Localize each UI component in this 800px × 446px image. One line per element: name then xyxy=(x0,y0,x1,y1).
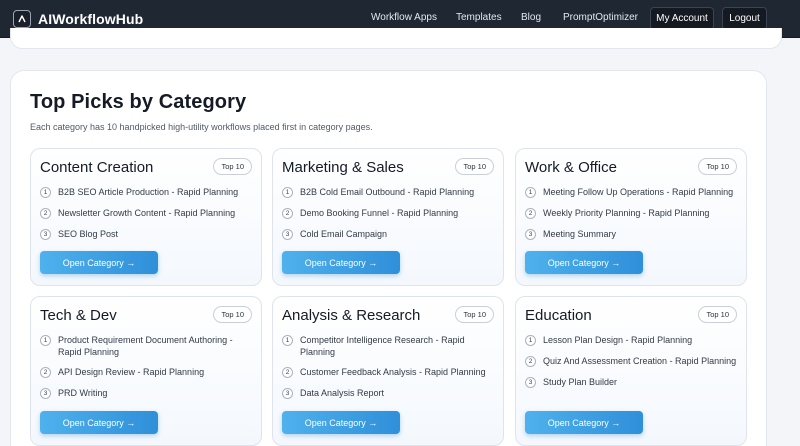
item-number: 2 xyxy=(40,367,51,378)
top10-badge: Top 10 xyxy=(213,306,252,323)
card-title: Analysis & Research xyxy=(282,307,421,324)
item-link[interactable]: Competitor Intelligence Research - Rapid… xyxy=(300,334,496,358)
card-title: Content Creation xyxy=(40,159,154,176)
open-category-button[interactable]: Open Category → xyxy=(40,411,158,434)
nav-link-prompt-optimizer[interactable]: PromptOptimizer xyxy=(563,12,638,23)
nav-link-templates[interactable]: Templates xyxy=(456,12,502,23)
category-card-tech-dev: Tech & Dev Top 10 1 Product Requirement … xyxy=(30,296,262,446)
list-item[interactable]: 3 SEO Blog Post xyxy=(40,228,254,240)
list-item[interactable]: 2 Demo Booking Funnel - Rapid Planning xyxy=(282,207,496,219)
item-number: 2 xyxy=(525,208,536,219)
card-title: Education xyxy=(525,307,592,324)
item-link[interactable]: SEO Blog Post xyxy=(58,228,118,240)
nav-link-blog[interactable]: Blog xyxy=(521,12,541,23)
open-category-button[interactable]: Open Category → xyxy=(525,411,643,434)
category-card-education: Education Top 10 1 Lesson Plan Design - … xyxy=(515,296,747,446)
item-number: 1 xyxy=(40,187,51,198)
category-card-content-creation: Content Creation Top 10 1 B2B SEO Articl… xyxy=(30,148,262,286)
open-category-button[interactable]: Open Category → xyxy=(282,411,400,434)
my-account-button[interactable]: My Account xyxy=(650,7,714,30)
item-number: 1 xyxy=(525,335,536,346)
list-item[interactable]: 3 Meeting Summary xyxy=(525,228,739,240)
list-item[interactable]: 3 Data Analysis Report xyxy=(282,387,496,399)
item-link[interactable]: Study Plan Builder xyxy=(543,376,617,388)
item-number: 1 xyxy=(40,335,51,346)
item-number: 3 xyxy=(525,229,536,240)
item-number: 2 xyxy=(40,208,51,219)
top10-badge: Top 10 xyxy=(698,306,737,323)
item-link[interactable]: Cold Email Campaign xyxy=(300,228,387,240)
list-item[interactable]: 1 Lesson Plan Design - Rapid Planning xyxy=(525,334,739,346)
list-item[interactable]: 1 Product Requirement Document Authoring… xyxy=(40,334,254,358)
item-number: 2 xyxy=(282,367,293,378)
list-item[interactable]: 2 Weekly Priority Planning - Rapid Plann… xyxy=(525,207,739,219)
item-link[interactable]: Product Requirement Document Authoring -… xyxy=(58,334,254,358)
list-item[interactable]: 2 API Design Review - Rapid Planning xyxy=(40,366,254,378)
open-category-button[interactable]: Open Category → xyxy=(282,251,400,274)
card-title: Tech & Dev xyxy=(40,307,117,324)
card-title: Work & Office xyxy=(525,159,617,176)
list-item[interactable]: 2 Newsletter Growth Content - Rapid Plan… xyxy=(40,207,254,219)
top10-badge: Top 10 xyxy=(455,158,494,175)
item-link[interactable]: B2B SEO Article Production - Rapid Plann… xyxy=(58,186,238,198)
list-item[interactable]: 1 B2B SEO Article Production - Rapid Pla… xyxy=(40,186,254,198)
top10-badge: Top 10 xyxy=(698,158,737,175)
top10-badge: Top 10 xyxy=(213,158,252,175)
list-item[interactable]: 3 Cold Email Campaign xyxy=(282,228,496,240)
item-number: 3 xyxy=(40,229,51,240)
item-number: 1 xyxy=(525,187,536,198)
list-item[interactable]: 1 Meeting Follow Up Operations - Rapid P… xyxy=(525,186,739,198)
section-subtitle: Each category has 10 handpicked high-uti… xyxy=(30,122,373,132)
list-item[interactable]: 3 PRD Writing xyxy=(40,387,254,399)
section-title: Top Picks by Category xyxy=(30,91,247,113)
item-link[interactable]: Quiz And Assessment Creation - Rapid Pla… xyxy=(543,355,736,367)
item-link[interactable]: API Design Review - Rapid Planning xyxy=(58,366,204,378)
previous-section-panel xyxy=(10,28,782,49)
item-link[interactable]: Weekly Priority Planning - Rapid Plannin… xyxy=(543,207,709,219)
item-link[interactable]: Meeting Follow Up Operations - Rapid Pla… xyxy=(543,186,733,198)
list-item[interactable]: 1 Competitor Intelligence Research - Rap… xyxy=(282,334,496,358)
item-number: 2 xyxy=(525,356,536,367)
top10-badge: Top 10 xyxy=(455,306,494,323)
top-picks-panel: Top Picks by Category Each category has … xyxy=(10,70,767,446)
list-item[interactable]: 2 Quiz And Assessment Creation - Rapid P… xyxy=(525,355,739,367)
list-item[interactable]: 2 Customer Feedback Analysis - Rapid Pla… xyxy=(282,366,496,378)
item-number: 3 xyxy=(282,388,293,399)
logout-button[interactable]: Logout xyxy=(722,7,767,30)
category-card-analysis-research: Analysis & Research Top 10 1 Competitor … xyxy=(272,296,504,446)
open-category-button[interactable]: Open Category → xyxy=(40,251,158,274)
item-number: 1 xyxy=(282,335,293,346)
category-card-work-office: Work & Office Top 10 1 Meeting Follow Up… xyxy=(515,148,747,286)
nav-link-workflow-apps[interactable]: Workflow Apps xyxy=(371,12,437,23)
item-link[interactable]: Data Analysis Report xyxy=(300,387,384,399)
item-link[interactable]: Meeting Summary xyxy=(543,228,616,240)
item-number: 1 xyxy=(282,187,293,198)
item-number: 3 xyxy=(40,388,51,399)
list-item[interactable]: 1 B2B Cold Email Outbound - Rapid Planni… xyxy=(282,186,496,198)
category-card-marketing-sales: Marketing & Sales Top 10 1 B2B Cold Emai… xyxy=(272,148,504,286)
item-link[interactable]: Customer Feedback Analysis - Rapid Plann… xyxy=(300,366,486,378)
open-category-button[interactable]: Open Category → xyxy=(525,251,643,274)
card-title: Marketing & Sales xyxy=(282,159,404,176)
list-item[interactable]: 3 Study Plan Builder xyxy=(525,376,739,388)
item-link[interactable]: B2B Cold Email Outbound - Rapid Planning xyxy=(300,186,474,198)
item-link[interactable]: Lesson Plan Design - Rapid Planning xyxy=(543,334,692,346)
item-link[interactable]: Newsletter Growth Content - Rapid Planni… xyxy=(58,207,235,219)
item-number: 3 xyxy=(282,229,293,240)
item-number: 3 xyxy=(525,377,536,388)
item-number: 2 xyxy=(282,208,293,219)
item-link[interactable]: PRD Writing xyxy=(58,387,107,399)
item-link[interactable]: Demo Booking Funnel - Rapid Planning xyxy=(300,207,458,219)
